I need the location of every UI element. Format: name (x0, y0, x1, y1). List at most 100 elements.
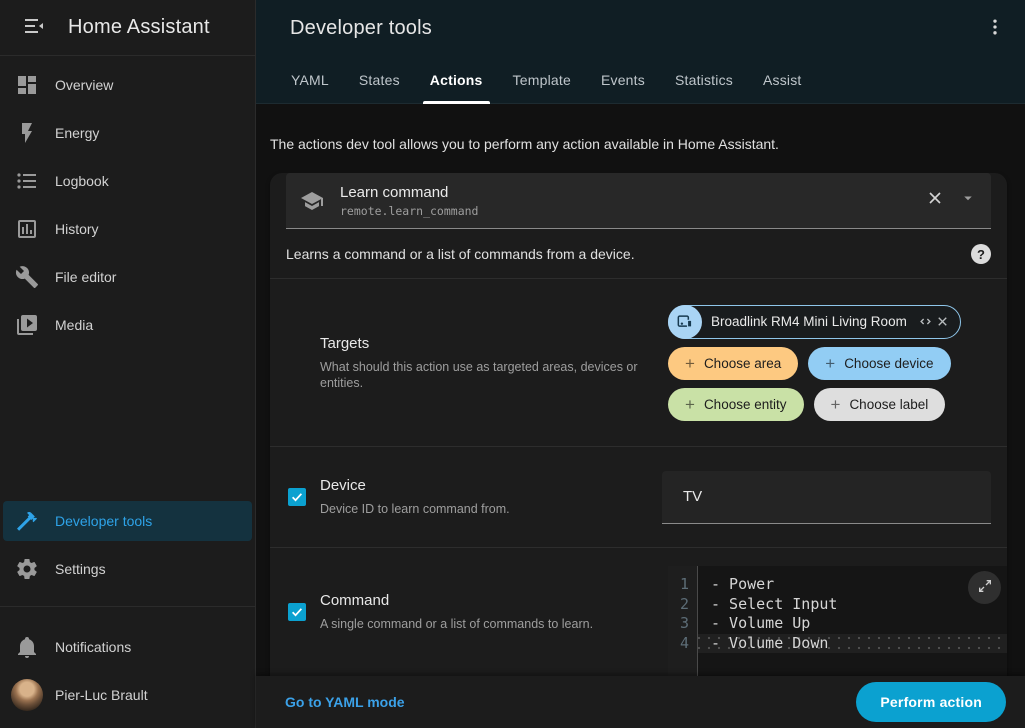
device-description: Device ID to learn command from. (320, 501, 618, 517)
code-line: - Volume Up (698, 614, 1007, 634)
command-description: A single command or a list of commands t… (320, 616, 618, 632)
command-title: Command (320, 592, 618, 609)
gear-icon (15, 557, 39, 581)
action-card: Learn command remote.learn_command Learn… (270, 173, 1007, 676)
sidebar-item-label: Notifications (55, 639, 131, 655)
target-chip-label: Broadlink RM4 Mini Living Room (711, 314, 907, 329)
sidebar-item-label: Settings (55, 561, 106, 577)
editor-code-area[interactable]: - Power - Select Input - Volume Up - Vol… (698, 566, 1007, 676)
line-number: 1 (668, 575, 697, 595)
help-icon[interactable]: ? (971, 244, 991, 264)
choose-entity-label: Choose entity (704, 397, 787, 412)
choose-label-button[interactable]: + Choose label (814, 388, 946, 421)
sidebar-item-label: History (55, 221, 99, 237)
service-description-row: Learns a command or a list of commands f… (270, 229, 1007, 278)
menu-toggle-button[interactable] (16, 8, 52, 47)
target-device-chip[interactable]: Broadlink RM4 Mini Living Room (668, 305, 961, 339)
command-section: Command A single command or a list of co… (270, 548, 1007, 676)
tab-yaml[interactable]: YAML (276, 56, 344, 104)
choose-device-button[interactable]: + Choose device (808, 347, 950, 380)
sidebar-item-energy[interactable]: Energy (0, 109, 255, 157)
service-select[interactable]: Learn command remote.learn_command (286, 173, 991, 229)
perform-action-button[interactable]: Perform action (856, 682, 1006, 722)
sidebar-item-label: Developer tools (55, 513, 152, 529)
view-dashboard-icon (15, 73, 39, 97)
targets-description: What should this action use as targeted … (320, 359, 650, 391)
yaml-code-editor[interactable]: 1 2 3 4 - Power - Select Input - Volume … (668, 566, 1007, 676)
sidebar-item-logbook[interactable]: Logbook (0, 157, 255, 205)
device-input[interactable] (662, 488, 991, 505)
sidebar-item-overview[interactable]: Overview (0, 61, 255, 109)
tab-actions[interactable]: Actions (415, 56, 498, 104)
choose-entity-button[interactable]: + Choose entity (668, 388, 804, 421)
sidebar-item-developer-tools[interactable]: Developer tools (3, 501, 252, 541)
choose-area-label: Choose area (704, 356, 781, 371)
targets-section: Targets What should this action use as t… (270, 279, 1007, 446)
code-tags-icon[interactable] (918, 314, 933, 329)
sidebar-item-history[interactable]: History (0, 205, 255, 253)
app-header: Developer tools YAML States Actions Temp… (256, 0, 1025, 104)
dots-vertical-icon (985, 17, 1005, 40)
action-footer: Go to YAML mode Perform action (256, 676, 1025, 728)
line-number: 2 (668, 595, 697, 615)
code-line: - Select Input (698, 595, 1007, 615)
expand-icon (977, 578, 993, 597)
plus-icon: + (825, 355, 835, 372)
sidebar-item-notifications[interactable]: Notifications (0, 623, 255, 671)
school-icon (300, 189, 324, 213)
page-title: Developer tools (290, 17, 979, 40)
sidebar-footer: Notifications Pier-Luc Brault (0, 623, 255, 719)
sidebar-item-settings[interactable]: Settings (0, 545, 255, 593)
plus-icon: + (685, 355, 695, 372)
line-number: 3 (668, 614, 697, 634)
sidebar-nav: Overview Energy Logbook History File edi… (0, 56, 255, 349)
lightning-bolt-icon (15, 121, 39, 145)
sidebar-item-media[interactable]: Media (0, 301, 255, 349)
choose-area-button[interactable]: + Choose area (668, 347, 798, 380)
overflow-menu-button[interactable] (979, 11, 1011, 46)
chevron-down-icon[interactable] (959, 189, 977, 212)
sidebar-item-file-editor[interactable]: File editor (0, 253, 255, 301)
service-name: Learn command (340, 184, 925, 201)
expand-editor-button[interactable] (968, 571, 1001, 604)
plus-icon: + (831, 396, 841, 413)
main-panel: Developer tools YAML States Actions Temp… (256, 0, 1025, 728)
choose-device-label: Choose device (844, 356, 933, 371)
targets-title: Targets (320, 335, 650, 352)
command-checkbox[interactable] (288, 603, 306, 621)
go-to-yaml-mode-link[interactable]: Go to YAML mode (285, 694, 405, 710)
tab-template[interactable]: Template (498, 56, 586, 104)
wrench-icon (15, 265, 39, 289)
hammer-icon (15, 509, 39, 533)
code-line: - Volume Down (698, 634, 1007, 654)
app-title: Home Assistant (68, 16, 210, 39)
device-section: Device Device ID to learn command from. (270, 447, 1007, 547)
device-checkbox[interactable] (288, 488, 306, 506)
format-list-icon (15, 169, 39, 193)
sidebar-item-label: Overview (55, 77, 113, 93)
tab-assist[interactable]: Assist (748, 56, 817, 104)
tab-states[interactable]: States (344, 56, 415, 104)
user-name: Pier-Luc Brault (55, 687, 148, 703)
menu-open-icon (22, 14, 46, 41)
intro-text: The actions dev tool allows you to perfo… (270, 136, 1011, 152)
sidebar: Home Assistant Overview Energy Logbook H… (0, 0, 256, 728)
tab-events[interactable]: Events (586, 56, 660, 104)
tab-statistics[interactable]: Statistics (660, 56, 748, 104)
play-box-multiple-icon (15, 313, 39, 337)
bell-icon (15, 635, 39, 659)
tab-bar: YAML States Actions Template Events Stat… (256, 56, 1025, 104)
remove-target-icon[interactable] (935, 314, 950, 329)
remote-device-icon (668, 305, 702, 339)
sidebar-spacer (0, 349, 255, 501)
device-title: Device (320, 477, 618, 494)
sidebar-item-label: Logbook (55, 173, 109, 189)
sidebar-tools: Developer tools Settings (0, 501, 255, 593)
device-input-wrap (662, 471, 991, 524)
content-area: The actions dev tool allows you to perfo… (256, 104, 1025, 676)
service-id: remote.learn_command (340, 204, 925, 218)
sidebar-item-label: Energy (55, 125, 99, 141)
clear-service-icon[interactable] (925, 188, 945, 213)
sidebar-item-user[interactable]: Pier-Luc Brault (0, 671, 255, 719)
user-avatar (11, 679, 43, 711)
